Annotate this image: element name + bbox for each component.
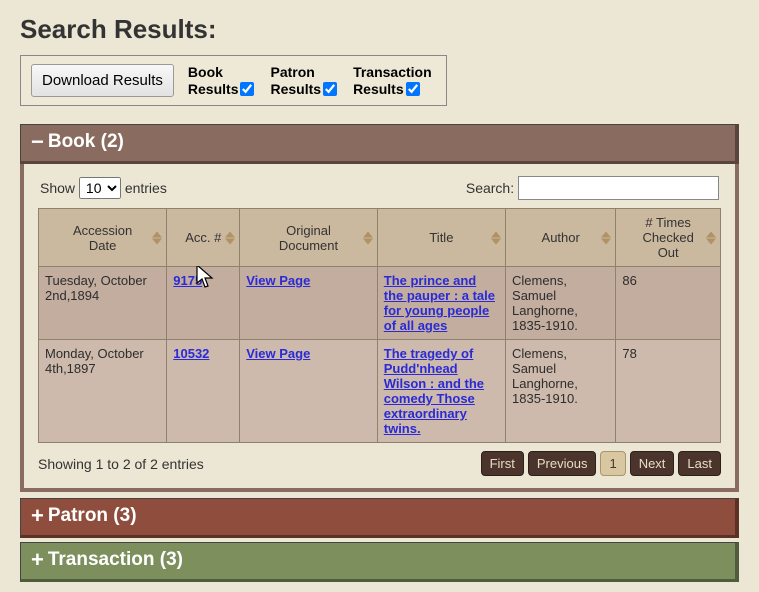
section-body-book: Show 10 entries Search: Accession Date A… xyxy=(20,164,739,492)
pager-first-button[interactable]: First xyxy=(481,451,524,476)
book-results-table: Accession Date Acc. # Original Document … xyxy=(38,208,721,443)
pager-last-button[interactable]: Last xyxy=(678,451,721,476)
section-header-label: Book (2) xyxy=(48,131,124,153)
sort-icon xyxy=(152,231,162,244)
label-line1: Book xyxy=(188,64,255,80)
page-title: Search Results: xyxy=(20,14,739,45)
sort-icon xyxy=(706,231,716,244)
label-line2: Results xyxy=(188,81,239,97)
download-results-button[interactable]: Download Results xyxy=(31,64,174,97)
table-row: Tuesday, October 2nd,1894 9175 View Page… xyxy=(39,267,721,340)
sort-icon xyxy=(601,231,611,244)
section-header-patron[interactable]: + Patron (3) xyxy=(20,498,739,538)
show-prefix: Show xyxy=(40,180,75,196)
view-page-link[interactable]: View Page xyxy=(246,273,310,288)
label-line2: Results xyxy=(270,81,321,97)
acc-num-link[interactable]: 10532 xyxy=(173,346,209,361)
sort-icon xyxy=(225,231,235,244)
cell-accession-date: Tuesday, October 2nd,1894 xyxy=(39,267,167,340)
cell-author: Clemens, Samuel Langhorne, 1835-1910. xyxy=(506,267,616,340)
transaction-results-checkbox-label[interactable]: Transaction Results xyxy=(353,64,432,96)
expand-icon: + xyxy=(31,549,44,571)
cell-accession-date: Monday, October 4th,1897 xyxy=(39,340,167,443)
length-control: Show 10 entries xyxy=(40,177,167,199)
label-line1: Transaction xyxy=(353,64,432,80)
transaction-results-checkbox[interactable] xyxy=(406,82,420,96)
pagination: First Previous 1 Next Last xyxy=(481,451,721,476)
search-control: Search: xyxy=(466,176,719,200)
pager-next-button[interactable]: Next xyxy=(630,451,675,476)
entries-length-select[interactable]: 10 xyxy=(79,177,121,199)
col-header-accession-date[interactable]: Accession Date xyxy=(39,209,167,267)
cell-times-out: 86 xyxy=(616,267,721,340)
section-header-book[interactable]: − Book (2) xyxy=(20,124,739,164)
label-line1: Patron xyxy=(270,64,337,80)
patron-results-checkbox-label[interactable]: Patron Results xyxy=(270,64,337,96)
options-panel: Download Results Book Results Patron Res… xyxy=(20,55,447,106)
result-type-checkboxes: Book Results Patron Results Transaction … xyxy=(188,64,432,96)
search-label: Search: xyxy=(466,180,514,196)
pager-page-button[interactable]: 1 xyxy=(600,451,625,476)
col-header-author[interactable]: Author xyxy=(506,209,616,267)
collapse-icon: − xyxy=(31,131,44,153)
title-link[interactable]: The tragedy of Pudd'nhead Wilson : and t… xyxy=(384,346,484,436)
search-input[interactable] xyxy=(518,176,719,200)
label-line2: Results xyxy=(353,81,404,97)
col-header-acc-num[interactable]: Acc. # xyxy=(167,209,240,267)
section-header-label: Transaction (3) xyxy=(48,549,183,571)
book-results-checkbox[interactable] xyxy=(240,82,254,96)
pager-previous-button[interactable]: Previous xyxy=(528,451,597,476)
col-header-times-out[interactable]: # Times Checked Out xyxy=(616,209,721,267)
acc-num-link[interactable]: 9175 xyxy=(173,273,202,288)
cell-author: Clemens, Samuel Langhorne, 1835-1910. xyxy=(506,340,616,443)
sort-icon xyxy=(491,231,501,244)
section-header-transaction[interactable]: + Transaction (3) xyxy=(20,542,739,582)
section-header-label: Patron (3) xyxy=(48,505,137,527)
title-link[interactable]: The prince and the pauper : a tale for y… xyxy=(384,273,495,333)
col-header-title[interactable]: Title xyxy=(377,209,505,267)
show-suffix: entries xyxy=(125,180,167,196)
patron-results-checkbox[interactable] xyxy=(323,82,337,96)
table-info-text: Showing 1 to 2 of 2 entries xyxy=(38,456,204,472)
col-header-original-doc[interactable]: Original Document xyxy=(240,209,378,267)
expand-icon: + xyxy=(31,505,44,527)
cell-times-out: 78 xyxy=(616,340,721,443)
view-page-link[interactable]: View Page xyxy=(246,346,310,361)
table-row: Monday, October 4th,1897 10532 View Page… xyxy=(39,340,721,443)
book-results-checkbox-label[interactable]: Book Results xyxy=(188,64,255,96)
sort-icon xyxy=(363,231,373,244)
